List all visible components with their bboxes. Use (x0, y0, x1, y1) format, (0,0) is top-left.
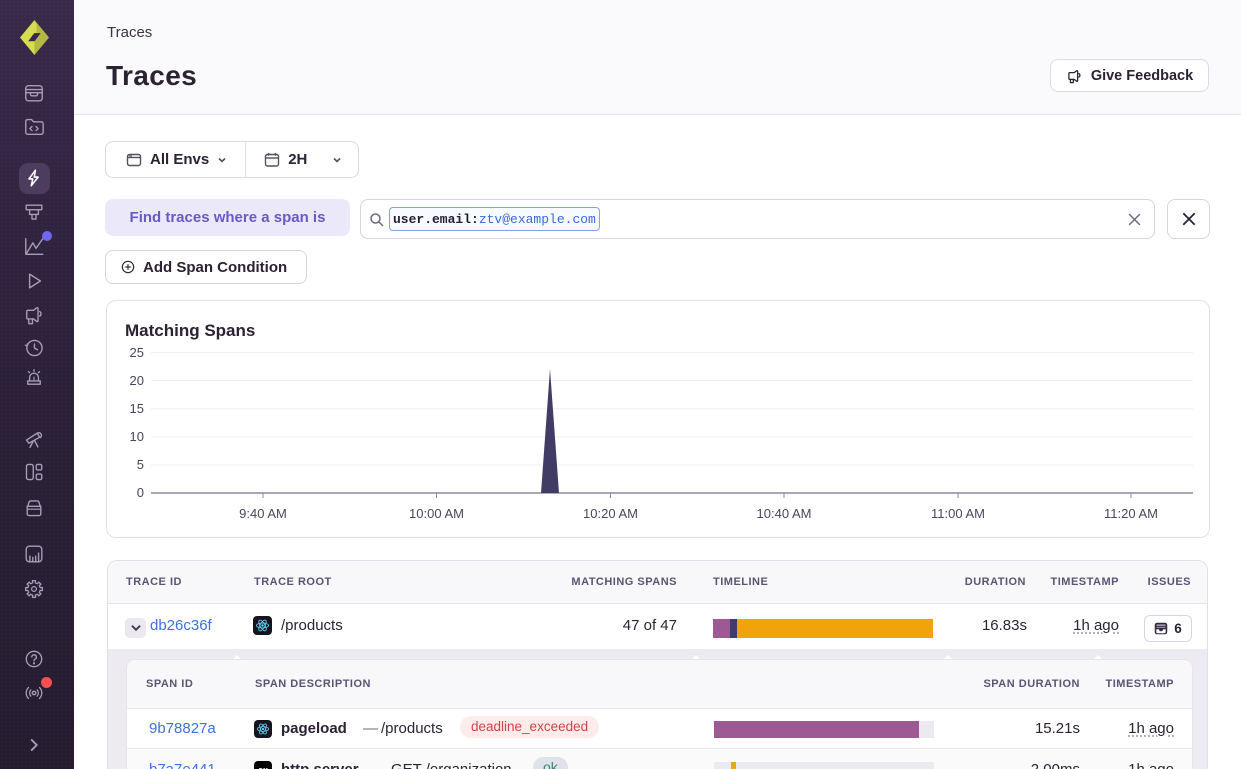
svg-text:0: 0 (137, 485, 144, 500)
svg-text:20: 20 (130, 373, 144, 388)
svg-text:10: 10 (130, 429, 144, 444)
svg-text:11:00 AM: 11:00 AM (931, 506, 985, 521)
svg-text:5: 5 (137, 457, 144, 472)
svg-text:11:20 AM: 11:20 AM (1104, 506, 1158, 521)
svg-text:15: 15 (130, 401, 144, 416)
svg-text:9:40 AM: 9:40 AM (239, 506, 287, 521)
svg-text:10:20 AM: 10:20 AM (583, 506, 638, 521)
svg-text:10:00 AM: 10:00 AM (409, 506, 464, 521)
svg-text:10:40 AM: 10:40 AM (757, 506, 812, 521)
svg-text:25: 25 (130, 345, 144, 360)
